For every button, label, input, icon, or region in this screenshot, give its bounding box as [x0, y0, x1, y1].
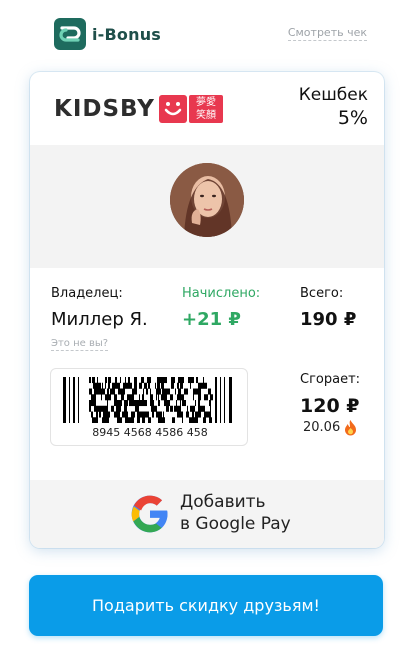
bonus-card: KIDSBY 夢愛 笑顏 Кешбек 5% Владелец: Миллер …: [30, 72, 384, 548]
app-logo: i-Bonus: [52, 16, 161, 52]
google-pay-label: Добавить в Google Pay: [180, 491, 291, 535]
accrued-label: Начислено:: [182, 286, 261, 301]
cashback-label: Кешбек: [298, 85, 368, 105]
total-block: Всего: 190 ₽: [300, 286, 356, 331]
barcode-image: [63, 377, 232, 423]
owner-name: Миллер Я.: [51, 309, 148, 330]
expires-block: Сгорает: 120 ₽ 20.06: [300, 372, 360, 436]
total-label: Всего:: [300, 286, 344, 301]
google-pay-button[interactable]: Добавить в Google Pay: [30, 480, 384, 548]
brand-name: KIDSBY: [54, 96, 155, 122]
expires-date: 20.06: [303, 420, 341, 435]
brand-chinese-mark: 夢愛 笑顏: [188, 95, 223, 123]
header: i-Bonus Смотреть чек: [0, 0, 414, 68]
owner-label: Владелец:: [51, 286, 123, 301]
not-you-link[interactable]: Это не вы?: [51, 337, 109, 351]
gift-discount-button[interactable]: Подарить скидку друзьям!: [29, 575, 383, 636]
view-receipt-link[interactable]: Смотреть чек: [287, 26, 367, 41]
google-pay-line2: в Google Pay: [180, 514, 291, 534]
ibonus-logo-icon: [54, 18, 86, 50]
expires-date-row: 20.06: [303, 419, 360, 436]
cashback-value: 5%: [337, 107, 368, 129]
photo-row: [30, 145, 384, 268]
smile-icon: [158, 95, 187, 123]
brand-row: KIDSBY 夢愛 笑顏 Кешбек 5%: [30, 72, 384, 145]
info-row: Владелец: Миллер Я. Это не вы? Начислено…: [30, 268, 384, 358]
expires-value: 120 ₽: [300, 395, 360, 417]
owner-block: Владелец: Миллер Я. Это не вы?: [51, 286, 148, 351]
google-pay-line1: Добавить: [180, 492, 266, 512]
google-g-icon: [131, 495, 168, 533]
logo-text: i-Bonus: [92, 24, 162, 44]
total-value: 190 ₽: [300, 309, 357, 330]
expires-label: Сгорает:: [300, 372, 361, 387]
barcode[interactable]: 8945 4568 4586 458: [50, 368, 248, 446]
fire-icon: [345, 420, 357, 436]
barcode-number: 8945 4568 4586 458: [92, 426, 208, 439]
accrued-value: +21 ₽: [182, 309, 241, 330]
avatar: [170, 163, 244, 237]
accrued-block: Начислено: +21 ₽: [182, 286, 260, 331]
brand-logo: KIDSBY 夢愛 笑顏: [54, 94, 223, 124]
cashback: Кешбек 5%: [299, 84, 368, 130]
